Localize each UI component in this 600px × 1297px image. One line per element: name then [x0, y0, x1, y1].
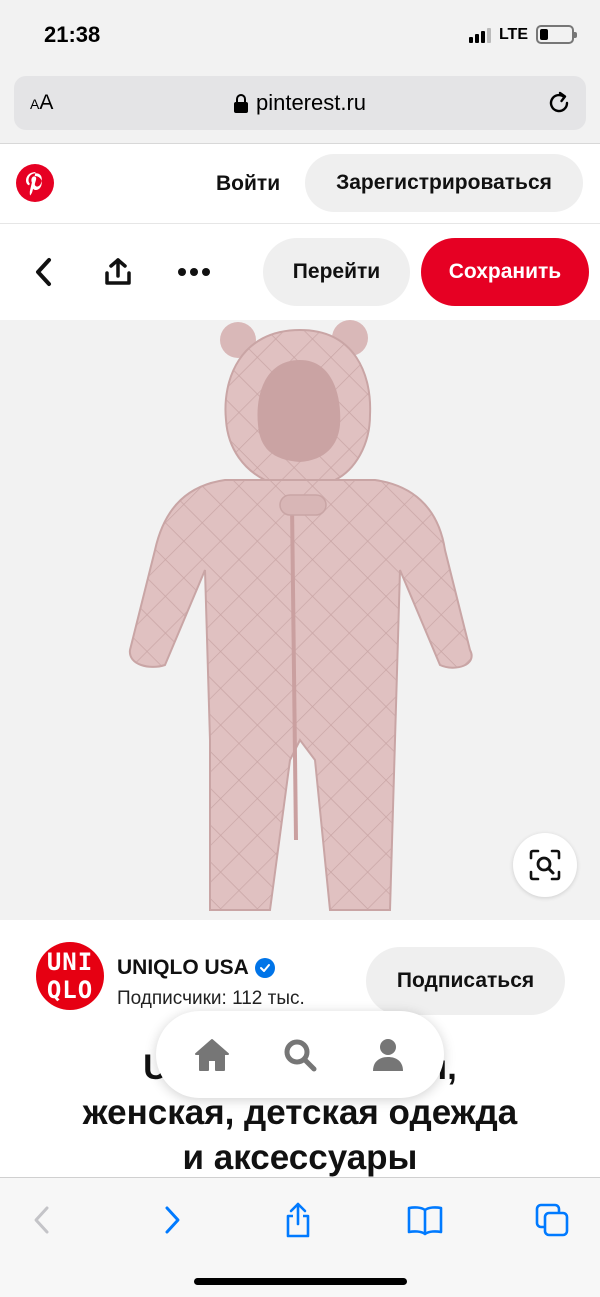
follow-button[interactable]: Подписаться: [366, 947, 565, 1015]
back-icon[interactable]: [20, 1198, 64, 1242]
signup-button[interactable]: Зарегистрироваться: [305, 154, 583, 212]
pin-image[interactable]: [0, 320, 600, 920]
bookmarks-icon[interactable]: [403, 1198, 447, 1242]
home-indicator: [194, 1278, 407, 1285]
follower-count: Подписчики: 112 тыс.: [117, 988, 305, 1009]
creator-row: UNI QLO UNIQLO USA Подписчики: 112 тыс. …: [0, 920, 600, 1020]
creator-avatar[interactable]: UNI QLO: [36, 942, 104, 1010]
pinterest-header: Войти Зарегистрироваться: [0, 144, 600, 224]
url-text: pinterest.ru: [255, 90, 367, 115]
creator-name-text: UNIQLO USA: [117, 956, 249, 979]
battery-icon: [536, 25, 577, 44]
pinterest-logo[interactable]: [16, 164, 54, 202]
tabs-icon[interactable]: [530, 1198, 574, 1242]
status-indicators: LTE: [468, 25, 577, 44]
logo-line-1: UNI: [46, 948, 94, 976]
chevron-left-icon[interactable]: [24, 252, 64, 292]
battery-level: [540, 29, 548, 40]
lock-icon: [233, 94, 248, 113]
visual-search-icon[interactable]: [513, 833, 577, 897]
save-button[interactable]: Сохранить: [421, 238, 589, 306]
pin-title-line-3: и аксессуары: [182, 1138, 418, 1177]
status-time: 21:38: [44, 22, 101, 47]
status-bar: 21:38 LTE: [0, 0, 600, 70]
home-icon[interactable]: [190, 1033, 234, 1077]
share-icon[interactable]: [276, 1198, 320, 1242]
search-icon[interactable]: [278, 1033, 322, 1077]
verified-badge-icon: [254, 958, 275, 978]
floating-nav: [156, 1011, 444, 1098]
address-bar[interactable]: AA pinterest.ru: [14, 76, 586, 130]
url-display[interactable]: pinterest.ru: [14, 90, 586, 116]
profile-icon[interactable]: [366, 1033, 410, 1077]
signal-icon: [468, 27, 491, 43]
creator-name[interactable]: UNIQLO USA: [117, 956, 275, 980]
pin-action-bar: Перейти Сохранить: [0, 224, 600, 320]
more-dots-icon[interactable]: [174, 252, 214, 292]
snowsuit-illustration: [128, 320, 473, 911]
browser-address-area: AA pinterest.ru: [0, 70, 600, 144]
forward-icon[interactable]: [150, 1198, 194, 1242]
visit-button[interactable]: Перейти: [263, 238, 410, 306]
reload-icon[interactable]: [546, 90, 572, 116]
network-type: LTE: [498, 25, 528, 43]
share-icon[interactable]: [98, 252, 138, 292]
login-link[interactable]: Войти: [216, 172, 280, 196]
logo-line-2: QLO: [46, 976, 94, 1004]
